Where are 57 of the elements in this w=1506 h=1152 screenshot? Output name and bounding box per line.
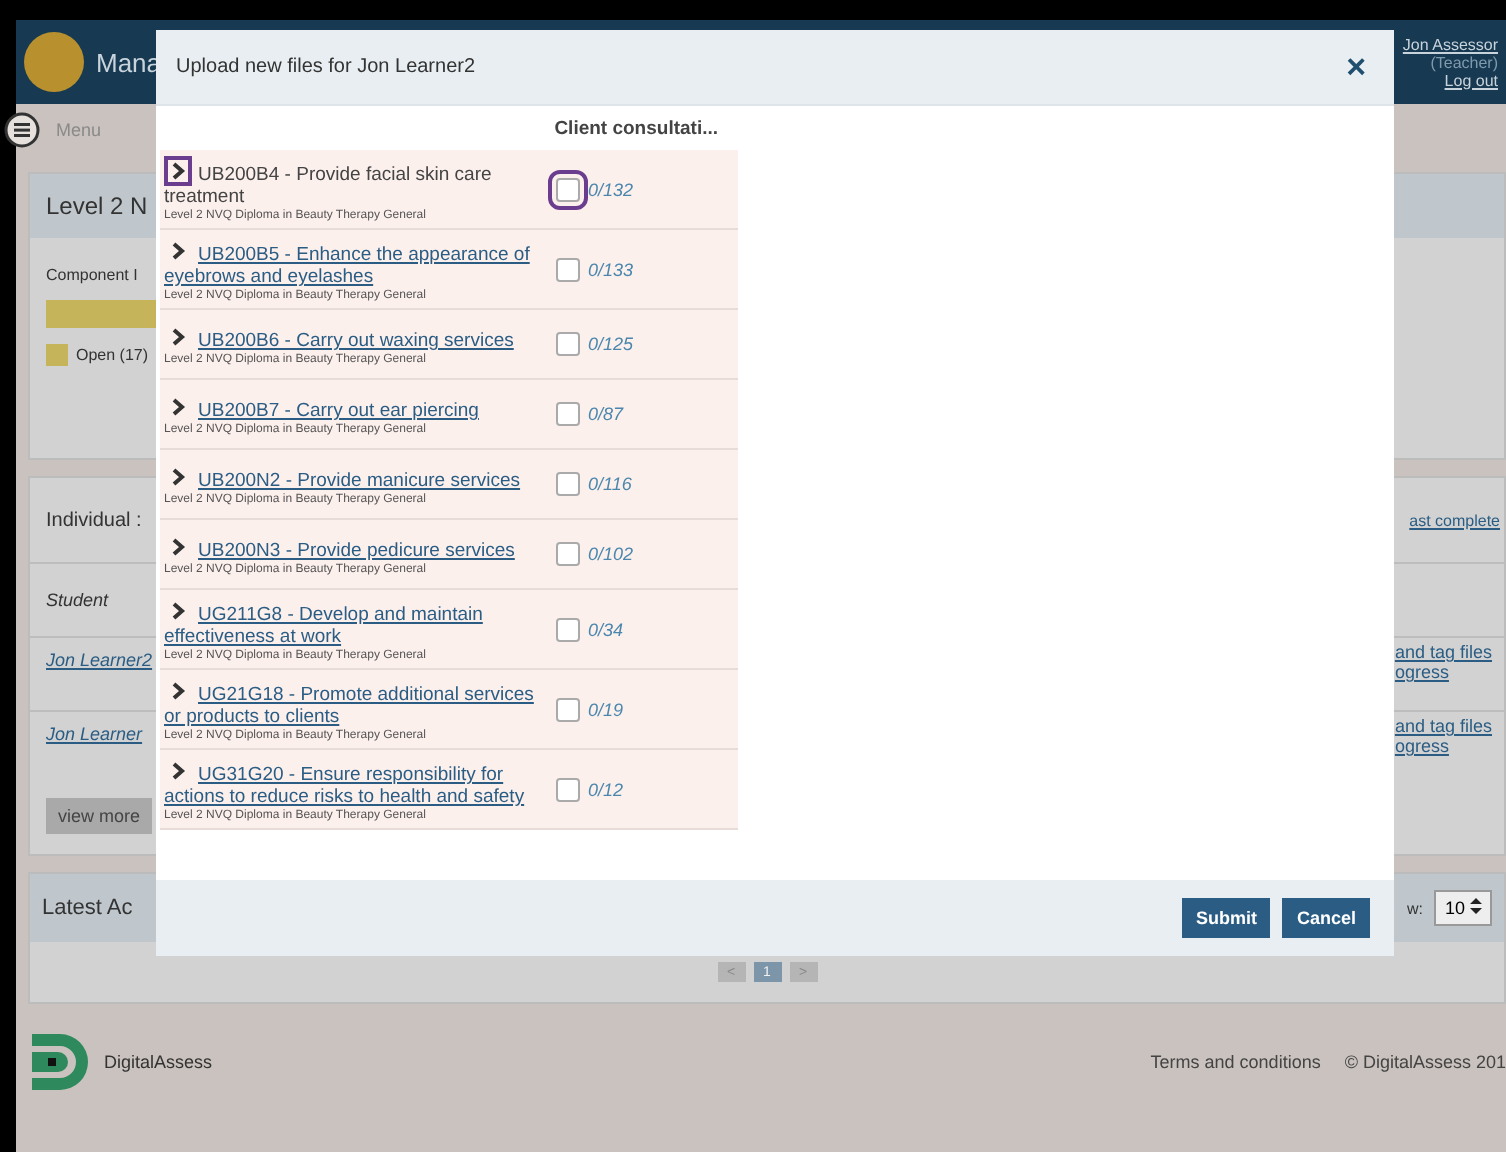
column-header: Client consultati... — [554, 117, 718, 139]
file-count: 0/19 — [588, 699, 624, 719]
logout-link[interactable]: Log out — [1444, 71, 1498, 89]
unit-link[interactable]: UG211G8 - Develop and maintain effectiveness at work — [164, 596, 540, 648]
checkbox[interactable] — [556, 257, 580, 281]
close-button[interactable]: × — [1338, 47, 1374, 87]
cancel-button[interactable]: Cancel — [1282, 898, 1370, 938]
spinner-arrows-icon — [1470, 898, 1482, 914]
sort-link[interactable]: ast complete — [1409, 511, 1500, 529]
component-label: Component I — [46, 266, 138, 284]
file-count: 0/125 — [588, 334, 634, 354]
unit-link[interactable]: UB200B5 - Enhance the appearance of eyebrows and eyelashes — [164, 236, 540, 288]
file-count: 0/12 — [588, 779, 624, 799]
action-link[interactable]: and tag files — [1394, 716, 1492, 736]
action-link[interactable]: ogress — [1394, 736, 1492, 756]
show-label: w: — [1406, 899, 1423, 917]
dialog-title: Upload new files for Jon Learner2 — [176, 56, 476, 78]
page-size-select[interactable]: 10 — [1434, 890, 1492, 926]
unit-link[interactable]: UB200B6 - Carry out waxing services — [164, 322, 540, 352]
unit-link[interactable]: UB200N3 - Provide pedicure services — [164, 532, 540, 562]
copyright: © DigitalAssess 201 — [1344, 1052, 1506, 1072]
checkbox[interactable] — [556, 332, 580, 356]
file-count: 0/133 — [588, 259, 634, 279]
column-header: Student — [46, 590, 109, 610]
unit-link[interactable]: UG31G20 - Ensure responsibility for actions to reduce risks to health and safety — [164, 756, 540, 808]
checkbox[interactable] — [556, 542, 580, 566]
checkbox[interactable] — [556, 472, 580, 496]
view-more-button[interactable]: view more — [46, 798, 153, 834]
file-count: 0/87 — [588, 404, 624, 424]
file-count: 0/102 — [588, 544, 634, 564]
legend-label: Open (17) — [76, 346, 149, 364]
user-link[interactable]: Jon Assessor — [1402, 35, 1498, 53]
file-count: 0/34 — [588, 619, 624, 639]
menu-icon[interactable] — [4, 112, 40, 148]
learner-link[interactable]: Jon Learner2 — [46, 650, 153, 670]
unit-link[interactable]: UB200B4 - Provide facial skin care treatment — [164, 156, 540, 208]
unit-link[interactable]: UB200B7 - Carry out ear piercing — [164, 392, 540, 422]
checkbox[interactable] — [556, 402, 580, 426]
learner-link[interactable]: Jon Learner — [46, 724, 143, 744]
unit-link[interactable]: UB200N2 - Provide manicure services — [164, 462, 540, 492]
checkbox[interactable] — [556, 697, 580, 721]
brand-name: DigitalAssess — [104, 1052, 213, 1072]
section-title: Latest Ac — [42, 896, 133, 920]
terms-link[interactable]: Terms and conditions — [1150, 1052, 1321, 1072]
panel-title: Level 2 N — [46, 192, 148, 220]
checkbox[interactable] — [556, 617, 580, 641]
action-link[interactable]: and tag files — [1394, 642, 1492, 662]
user-role: (Teacher) — [1430, 53, 1498, 71]
chevron-icon[interactable] — [164, 156, 192, 186]
checkbox[interactable] — [556, 777, 580, 801]
legend-swatch — [46, 344, 68, 366]
file-count: 0/116 — [588, 474, 632, 494]
submit-button[interactable]: Submit — [1181, 898, 1271, 938]
section-title: Individual : — [46, 509, 142, 531]
file-count: 0/132 — [588, 179, 634, 199]
action-link[interactable]: ogress — [1394, 662, 1492, 682]
unit-link[interactable]: UG21G18 - Promote additional services or products to clients — [164, 676, 540, 728]
